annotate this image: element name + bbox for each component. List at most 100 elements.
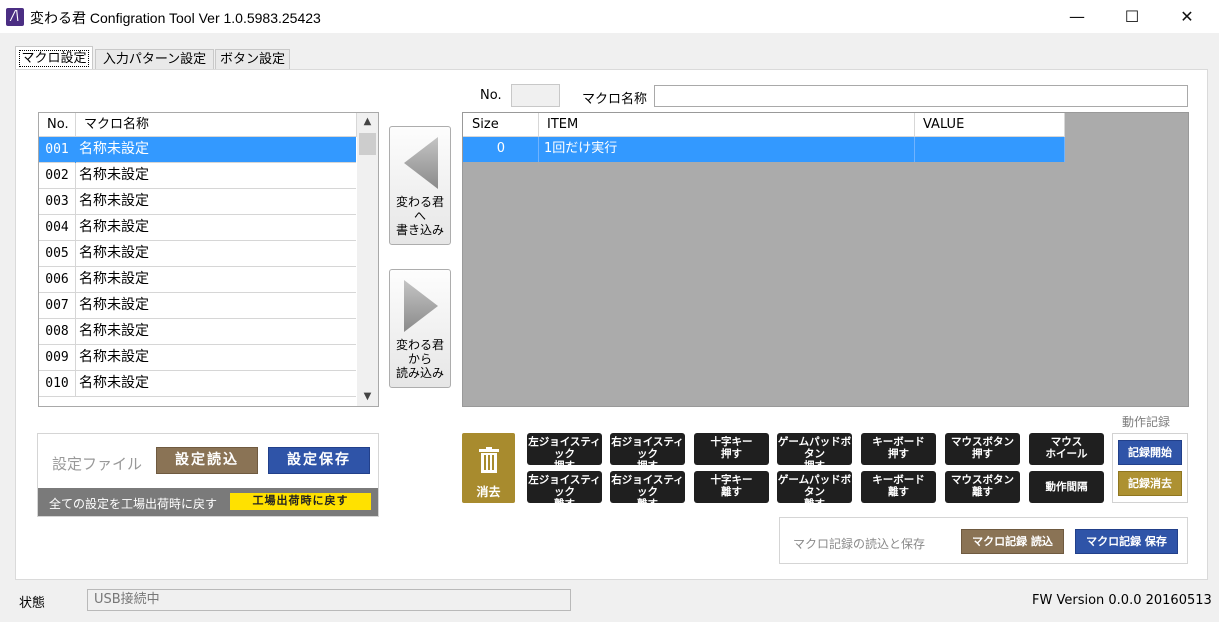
column-header-item[interactable]: ITEM <box>539 113 915 137</box>
macro-name-input[interactable] <box>654 85 1188 107</box>
macro-no: 007 <box>39 293 76 319</box>
settings-file-label: 設定ファイル <box>52 455 143 473</box>
mouse-wheel-button[interactable]: マウス ホイール <box>1029 433 1104 465</box>
maximize-button[interactable]: ☐ <box>1105 0 1159 33</box>
list-item[interactable]: 004 名称未設定 <box>39 215 356 241</box>
macro-no: 003 <box>39 189 76 215</box>
settings-save-button[interactable]: 設定保存 <box>268 447 370 474</box>
btn-top: 十字キー <box>710 474 753 486</box>
column-header-no[interactable]: No. <box>39 113 76 137</box>
write-to-device-button[interactable]: 変わる君 へ 書き込み <box>389 126 451 245</box>
settings-load-button[interactable]: 設定読込 <box>156 447 258 474</box>
cell-size[interactable]: 0 <box>463 137 539 162</box>
status-label: 状態 <box>19 596 46 611</box>
macro-no: 004 <box>39 215 76 241</box>
macro-list[interactable]: No. マクロ名称 001 名称未設定 002 名称未設定 003 名称未設定 004… <box>38 112 379 407</box>
btn-bottom: 離す <box>721 486 742 498</box>
factory-reset-button[interactable]: 工場出荷時に戻す <box>230 493 371 510</box>
macro-item-grid[interactable]: Size ITEM VALUE 0 1回だけ実行 <box>462 112 1189 407</box>
macro-no: 002 <box>39 163 76 189</box>
record-start-button[interactable]: 記録開始 <box>1118 440 1182 465</box>
btn-bottom: 押す <box>721 448 742 460</box>
tab-button-settings[interactable]: ボタン設定 <box>215 49 290 70</box>
right-stick-press-button[interactable]: 右ジョイスティック 押す <box>610 433 685 472</box>
list-item[interactable]: 002 名称未設定 <box>39 163 356 189</box>
list-item[interactable]: 008 名称未設定 <box>39 319 356 345</box>
btn-top: 左ジョイスティック <box>528 436 601 460</box>
macro-no: 006 <box>39 267 76 293</box>
column-header-value[interactable]: VALUE <box>915 113 1065 137</box>
tab-label: ボタン設定 <box>219 52 285 67</box>
btn-bottom: 離す <box>888 486 909 498</box>
btn-top: キーボード <box>872 436 925 448</box>
gamepad-button-release-button[interactable]: ゲームパッドボタン 離す <box>777 471 852 510</box>
macro-no: 010 <box>39 371 76 397</box>
macro-no: 008 <box>39 319 76 345</box>
chevron-down-icon[interactable]: ▼ <box>357 388 378 406</box>
left-stick-press-button[interactable]: 左ジョイスティック 押す <box>527 433 602 472</box>
btn-top: キーボード <box>872 474 925 486</box>
list-item[interactable]: 009 名称未設定 <box>39 345 356 371</box>
tab-macro-settings[interactable]: マクロ設定 <box>15 46 93 70</box>
btn-bottom: 押す <box>972 448 993 460</box>
list-scrollbar[interactable]: ▲ ▼ <box>357 113 378 406</box>
list-item[interactable]: 006 名称未設定 <box>39 267 356 293</box>
dpad-release-button[interactable]: 十字キー 離す <box>694 471 769 503</box>
list-item[interactable]: 005 名称未設定 <box>39 241 356 267</box>
column-header-size[interactable]: Size <box>463 113 539 137</box>
macro-record-load-button[interactable]: マクロ記録 読込 <box>961 529 1064 554</box>
minimize-button[interactable]: — <box>1050 0 1104 33</box>
btn-bottom: 離す <box>804 498 825 510</box>
macro-name: 名称未設定 <box>79 219 149 235</box>
btn-top: 左ジョイスティック <box>528 474 601 498</box>
macro-name: 名称未設定 <box>79 297 149 313</box>
btn-top: マウスボタン <box>951 474 1014 486</box>
scroll-thumb[interactable] <box>359 133 376 155</box>
macro-name: 名称未設定 <box>79 349 149 365</box>
tab-label: マクロ設定 <box>19 50 89 67</box>
btn-bottom: ホイール <box>1045 448 1088 460</box>
write-to-device-label: 変わる君 へ 書き込み <box>395 195 444 237</box>
chevron-up-icon[interactable]: ▲ <box>357 113 378 131</box>
gamepad-button-press-button[interactable]: ゲームパッドボタン 押す <box>777 433 852 472</box>
tab-label: 入力パターン設定 <box>102 52 207 67</box>
factory-reset-text: 全ての設定を工場出荷時に戻す <box>49 497 218 511</box>
record-clear-button[interactable]: 記録消去 <box>1118 471 1182 496</box>
macro-name: 名称未設定 <box>79 167 149 183</box>
no-label: No. <box>480 88 502 103</box>
firmware-version: FW Version 0.0.0 20160513 <box>1032 593 1212 608</box>
arrow-left-icon <box>404 137 438 189</box>
btn-top: 動作間隔 <box>1045 481 1088 493</box>
keyboard-press-button[interactable]: キーボード 押す <box>861 433 936 465</box>
btn-top: ゲームパッドボタン <box>777 436 852 460</box>
list-item[interactable]: 010 名称未設定 <box>39 371 356 397</box>
status-field: USB接続中 <box>87 589 571 611</box>
mouse-button-release-button[interactable]: マウスボタン 離す <box>945 471 1020 503</box>
list-item[interactable]: 001 名称未設定 <box>39 137 356 163</box>
btn-bottom: 離す <box>972 486 993 498</box>
close-button[interactable]: ✕ <box>1160 0 1214 33</box>
macro-name-label: マクロ名称 <box>582 92 648 107</box>
read-from-device-button[interactable]: 変わる君 から 読み込み <box>389 269 451 388</box>
window-title: 変わる君 Configration Tool Ver 1.0.5983.2542… <box>30 10 321 26</box>
cell-value[interactable] <box>915 137 1065 162</box>
delete-button[interactable]: 消去 <box>462 433 515 503</box>
macro-name: 名称未設定 <box>79 141 149 157</box>
cell-item[interactable]: 1回だけ実行 <box>539 137 915 162</box>
dpad-press-button[interactable]: 十字キー 押す <box>694 433 769 465</box>
right-stick-release-button[interactable]: 右ジョイスティック 離す <box>610 471 685 510</box>
macro-name: 名称未設定 <box>79 193 149 209</box>
mouse-button-press-button[interactable]: マウスボタン 押す <box>945 433 1020 465</box>
macro-name: 名称未設定 <box>79 375 149 391</box>
macro-name: 名称未設定 <box>79 245 149 261</box>
left-stick-release-button[interactable]: 左ジョイスティック 離す <box>527 471 602 510</box>
macro-no: 005 <box>39 241 76 267</box>
action-interval-button[interactable]: 動作間隔 <box>1029 471 1104 503</box>
btn-top: マウスボタン <box>951 436 1014 448</box>
macro-record-save-button[interactable]: マクロ記録 保存 <box>1075 529 1178 554</box>
list-item[interactable]: 007 名称未設定 <box>39 293 356 319</box>
column-header-name[interactable]: マクロ名称 <box>76 113 357 137</box>
keyboard-release-button[interactable]: キーボード 離す <box>861 471 936 503</box>
tab-input-pattern-settings[interactable]: 入力パターン設定 <box>95 49 214 70</box>
list-item[interactable]: 003 名称未設定 <box>39 189 356 215</box>
